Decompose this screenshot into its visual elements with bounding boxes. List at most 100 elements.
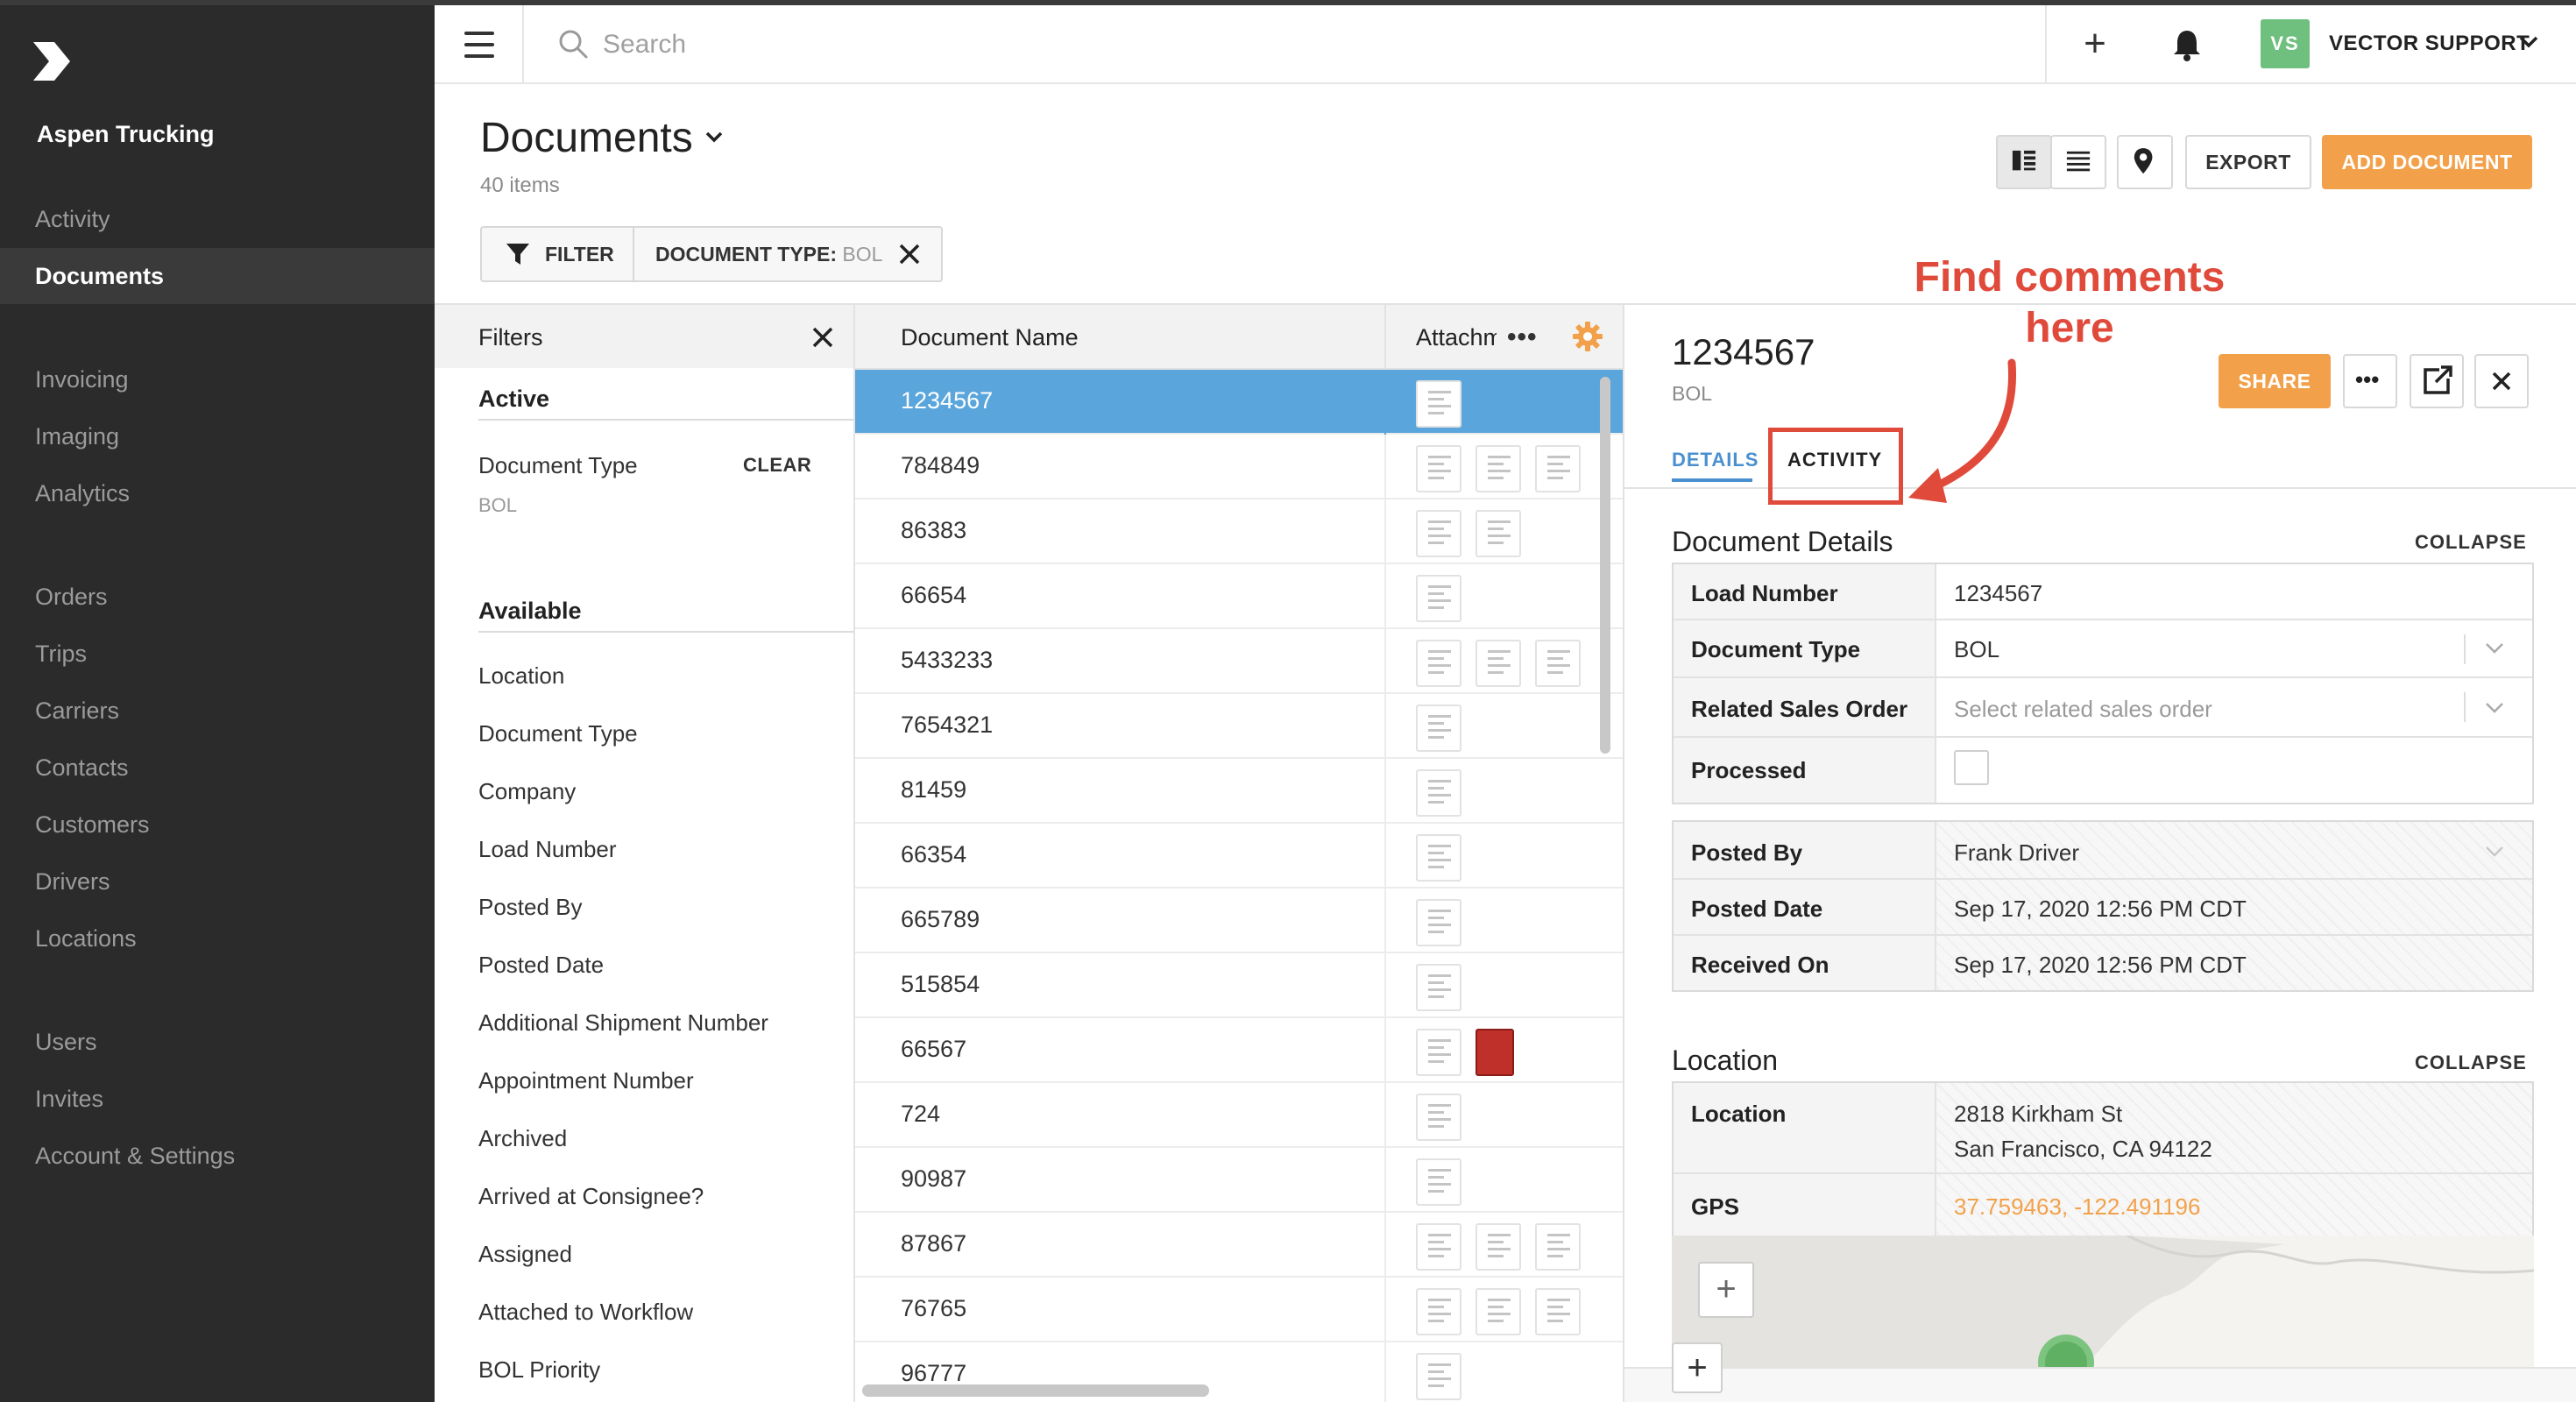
- bell-icon[interactable]: [2171, 28, 2203, 61]
- table-row[interactable]: 76765: [855, 1278, 1623, 1342]
- attachment-thumbnail[interactable]: [1535, 445, 1581, 492]
- attachment-thumbnail[interactable]: [1416, 1029, 1461, 1076]
- table-row[interactable]: 90987: [855, 1148, 1623, 1213]
- zoom-in-button[interactable]: +: [1698, 1262, 1754, 1318]
- more-options-button[interactable]: •••: [2343, 354, 2397, 408]
- gps-link[interactable]: 37.759463, -122.491196: [1954, 1193, 2200, 1221]
- available-filter-item[interactable]: Posted Date: [478, 952, 604, 979]
- filter-button[interactable]: FILTER: [482, 228, 634, 280]
- sidebar-item-locations[interactable]: Locations: [0, 910, 435, 967]
- attachment-thumbnail[interactable]: [1416, 1353, 1461, 1400]
- attachment-thumbnail[interactable]: [1416, 1094, 1461, 1141]
- attachment-thumbnail[interactable]: [1416, 1223, 1461, 1271]
- attachment-thumbnail[interactable]: [1416, 380, 1461, 428]
- chevron-down-icon[interactable]: [2518, 33, 2539, 51]
- user-menu[interactable]: VECTOR SUPPORT: [2329, 32, 2530, 56]
- sidebar-item-documents[interactable]: Documents: [0, 248, 435, 304]
- table-row[interactable]: 81459: [855, 759, 1623, 824]
- add-document-button[interactable]: ADD DOCUMENT: [2322, 135, 2532, 189]
- table-row[interactable]: 784849: [855, 435, 1623, 499]
- table-row[interactable]: 515854: [855, 953, 1623, 1018]
- attachment-thumbnail[interactable]: [1476, 640, 1521, 687]
- available-filter-item[interactable]: Load Number: [478, 836, 617, 863]
- attachment-thumbnail[interactable]: [1416, 705, 1461, 752]
- sidebar-item-drivers[interactable]: Drivers: [0, 853, 435, 910]
- page-title[interactable]: Documents: [480, 114, 693, 162]
- export-button[interactable]: EXPORT: [2185, 135, 2311, 189]
- attachment-thumbnail[interactable]: [1416, 575, 1461, 622]
- sidebar-item-imaging[interactable]: Imaging: [0, 408, 435, 464]
- attachment-thumbnail[interactable]: [1476, 510, 1521, 557]
- available-filter-item[interactable]: Document Type: [478, 720, 638, 747]
- table-row[interactable]: 66654: [855, 564, 1623, 629]
- menu-icon[interactable]: [464, 32, 494, 58]
- column-header-attachments[interactable]: Attachments: [1416, 324, 1497, 351]
- available-filter-item[interactable]: Archived: [478, 1125, 567, 1152]
- attachment-thumbnail[interactable]: [1416, 769, 1461, 817]
- plus-icon[interactable]: +: [2078, 25, 2112, 63]
- sidebar-item-trips[interactable]: Trips: [0, 626, 435, 682]
- attachment-thumbnail[interactable]: [1416, 1158, 1461, 1206]
- close-icon[interactable]: [811, 326, 834, 349]
- list-view-button[interactable]: [2050, 135, 2106, 189]
- available-filter-item[interactable]: Company: [478, 778, 576, 805]
- available-filter-item[interactable]: Attached to Workflow: [478, 1299, 693, 1326]
- table-row[interactable]: 7654321: [855, 694, 1623, 759]
- table-row[interactable]: 86383: [855, 499, 1623, 564]
- share-button[interactable]: SHARE: [2219, 354, 2331, 408]
- attachment-thumbnail[interactable]: [1535, 1288, 1581, 1335]
- add-button[interactable]: +: [1672, 1342, 1723, 1393]
- available-filter-item[interactable]: Appointment Number: [478, 1067, 694, 1094]
- chevron-down-icon[interactable]: [2485, 701, 2504, 715]
- available-filter-item[interactable]: Posted By: [478, 894, 583, 921]
- sidebar-item-account-settings[interactable]: Account & Settings: [0, 1128, 435, 1184]
- search-input[interactable]: [603, 23, 1216, 67]
- attachment-thumbnail[interactable]: [1476, 1223, 1521, 1271]
- location-map[interactable]: +: [1672, 1236, 2534, 1367]
- available-filter-item[interactable]: Location: [478, 662, 564, 690]
- table-row[interactable]: 665789: [855, 889, 1623, 953]
- sidebar-item-invites[interactable]: Invites: [0, 1071, 435, 1127]
- sidebar-item-carriers[interactable]: Carriers: [0, 683, 435, 739]
- more-icon[interactable]: •••: [1507, 322, 1538, 352]
- attachment-thumbnail[interactable]: [1416, 640, 1461, 687]
- open-external-button[interactable]: [2410, 354, 2464, 408]
- attachment-thumbnail[interactable]: [1416, 964, 1461, 1011]
- collapse-button[interactable]: COLLAPSE: [2415, 531, 2527, 554]
- close-detail-button[interactable]: [2474, 354, 2529, 408]
- sidebar-item-orders[interactable]: Orders: [0, 569, 435, 625]
- sidebar-item-customers[interactable]: Customers: [0, 797, 435, 853]
- table-row[interactable]: 66567: [855, 1018, 1623, 1083]
- avatar[interactable]: VS: [2261, 19, 2310, 68]
- available-filter-item[interactable]: BOL Priority: [478, 1356, 600, 1384]
- attachment-thumbnail[interactable]: [1476, 445, 1521, 492]
- sidebar-item-contacts[interactable]: Contacts: [0, 740, 435, 796]
- horizontal-scrollbar[interactable]: [862, 1384, 1209, 1397]
- map-view-button[interactable]: [2117, 135, 2173, 189]
- available-filter-item[interactable]: Additional Shipment Number: [478, 1009, 768, 1037]
- clear-button[interactable]: CLEAR: [743, 454, 811, 477]
- sidebar-item-analytics[interactable]: Analytics: [0, 465, 435, 521]
- gear-icon[interactable]: [1572, 321, 1603, 352]
- sidebar-item-activity[interactable]: Activity: [0, 191, 435, 247]
- tab-details[interactable]: DETAILS: [1672, 449, 1759, 471]
- attachment-thumbnail[interactable]: [1416, 445, 1461, 492]
- attachment-thumbnail[interactable]: [1476, 1288, 1521, 1335]
- available-filter-item[interactable]: Assigned: [478, 1241, 572, 1268]
- collapse-button[interactable]: COLLAPSE: [2415, 1052, 2527, 1074]
- table-row[interactable]: 87867: [855, 1213, 1623, 1278]
- close-icon[interactable]: [897, 242, 922, 266]
- sales-order-select[interactable]: Select related sales order: [1954, 696, 2212, 723]
- table-row[interactable]: 5433233: [855, 629, 1623, 694]
- vertical-scrollbar[interactable]: [1600, 377, 1610, 754]
- filter-chip[interactable]: DOCUMENT TYPE: BOL: [655, 228, 882, 280]
- attachment-thumbnail[interactable]: [1535, 640, 1581, 687]
- attachment-thumbnail[interactable]: [1416, 510, 1461, 557]
- table-row[interactable]: 724: [855, 1083, 1623, 1148]
- attachment-thumbnail[interactable]: [1535, 1223, 1581, 1271]
- attachment-thumbnail[interactable]: [1416, 834, 1461, 882]
- document-type-select[interactable]: BOL: [1954, 636, 1999, 663]
- table-row[interactable]: 66354: [855, 824, 1623, 889]
- sidebar-item-invoicing[interactable]: Invoicing: [0, 351, 435, 407]
- column-header-name[interactable]: Document Name: [901, 324, 1079, 351]
